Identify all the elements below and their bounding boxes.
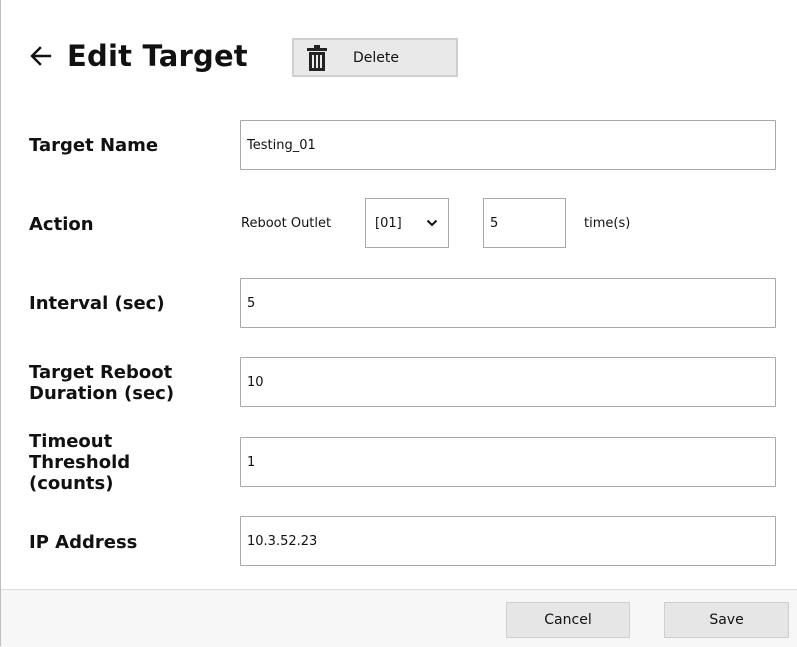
chevron-down-icon <box>426 219 438 227</box>
delete-button[interactable]: Delete <box>292 38 458 77</box>
cancel-button[interactable]: Cancel <box>506 602 630 638</box>
reboot-duration-input[interactable] <box>240 357 776 407</box>
page-title: Edit Target <box>67 39 248 73</box>
edit-target-panel: Edit Target Delete Target Name Action Re… <box>0 0 797 647</box>
interval-label: Interval (sec) <box>29 293 165 314</box>
times-label: time(s) <box>584 216 631 231</box>
outlet-select-value: [01] <box>375 215 402 231</box>
page-header: Edit Target <box>29 36 248 76</box>
target-name-label: Target Name <box>29 135 159 156</box>
timeout-threshold-label-line3: (counts) <box>29 473 114 494</box>
reboot-outlet-label: Reboot Outlet <box>241 216 332 231</box>
timeout-threshold-label-line1: Timeout <box>29 431 113 452</box>
timeout-threshold-label-line2: Threshold <box>29 452 131 473</box>
timeout-threshold-label: Timeout Threshold (counts) <box>29 431 130 494</box>
ip-address-input[interactable] <box>240 516 776 566</box>
reboot-duration-label: Target Reboot Duration (sec) <box>29 362 174 404</box>
reboot-duration-label-line1: Target Reboot <box>29 362 173 383</box>
trash-icon <box>307 44 327 71</box>
outlet-select[interactable]: [01] <box>365 198 449 248</box>
ip-address-label: IP Address <box>29 532 138 553</box>
arrow-left-icon[interactable] <box>29 44 53 68</box>
save-button[interactable]: Save <box>664 602 789 638</box>
timeout-threshold-input[interactable] <box>240 437 776 487</box>
reboot-duration-label-line2: Duration (sec) <box>29 383 175 404</box>
action-label: Action <box>29 214 94 235</box>
reboot-count-input[interactable] <box>483 198 566 248</box>
interval-input[interactable] <box>240 278 776 328</box>
delete-button-label: Delete <box>353 49 399 66</box>
target-name-input[interactable] <box>240 120 776 170</box>
